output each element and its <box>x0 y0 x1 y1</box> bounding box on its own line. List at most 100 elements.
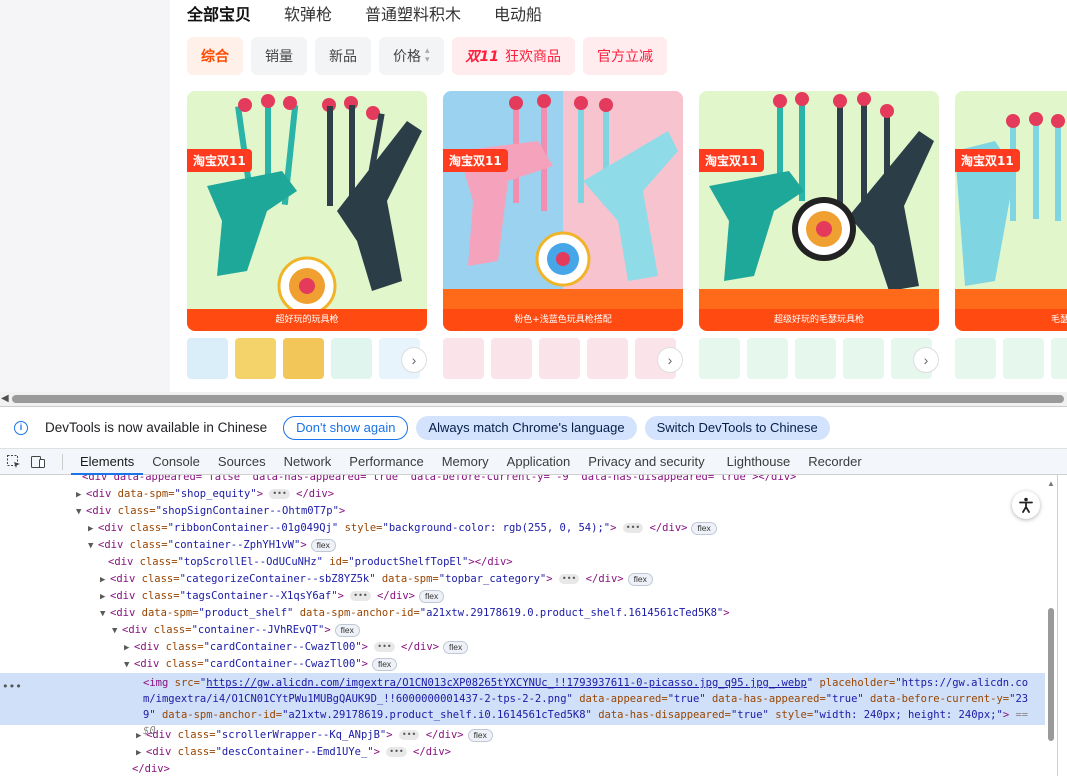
thumbnail[interactable] <box>187 338 228 379</box>
dom-node[interactable]: </div> <box>0 761 1045 776</box>
collapse-arrow-icon[interactable]: ▼ <box>76 504 86 521</box>
thumbnail[interactable] <box>539 338 580 379</box>
dom-node[interactable]: ▶ <div class="tagsContainer--X1qsY6af"> •… <box>0 588 1045 605</box>
tab-performance[interactable]: Performance <box>340 449 432 475</box>
img-src-link[interactable]: https://gw.alicdn.com/imgextra/O1CN013cX… <box>206 677 807 689</box>
dom-node[interactable]: ▶ <div class="ribbonContainer--01g049Qj" … <box>0 520 1045 537</box>
dom-node[interactable]: ▶ <div data-spm="shop_equity"> ••• </div> <box>0 486 1045 503</box>
tab-application[interactable]: Application <box>498 449 580 475</box>
sort-sales-button[interactable]: 销量 <box>251 37 307 75</box>
dom-node[interactable]: ▼ <div class="container--JVhREvQT"> flex <box>0 622 1045 639</box>
thumbnail[interactable] <box>843 338 884 379</box>
thumbnail[interactable] <box>443 338 484 379</box>
dom-node[interactable]: ▶ <div class="descContainer--Emd1UYe_"> •… <box>0 744 1045 761</box>
thumbnail-next-button[interactable]: › <box>401 347 427 373</box>
category-tab-all[interactable]: 全部宝贝 <box>187 5 251 25</box>
tab-lighthouse[interactable]: Lighthouse <box>718 449 800 475</box>
accessibility-icon[interactable] <box>1012 491 1040 519</box>
official-discount-button[interactable]: 官方立减 <box>583 37 668 75</box>
expand-arrow-icon[interactable]: ▶ <box>124 640 134 657</box>
dom-node[interactable]: <div class="topScrollEl--OdUCuNHz" id="p… <box>0 554 1045 571</box>
collapse-arrow-icon[interactable]: ▼ <box>112 623 122 640</box>
page-horizontal-scrollbar[interactable]: ◀ <box>0 392 1067 406</box>
product-image[interactable]: 淘宝双11 粉色+浅蓝色玩具枪搭配 <box>443 91 683 331</box>
always-match-language-button[interactable]: Always match Chrome's language <box>416 415 637 440</box>
scroll-up-arrow-icon[interactable]: ▲ <box>1047 479 1055 488</box>
elements-vertical-scrollbar[interactable]: ▲ <box>1045 475 1057 776</box>
dom-node[interactable]: ▶ <div class="cardContainer--CwazTl00"> •… <box>0 639 1045 656</box>
thumbnail[interactable] <box>491 338 532 379</box>
flex-badge[interactable]: flex <box>442 640 469 654</box>
expand-arrow-icon[interactable]: ▶ <box>136 745 146 762</box>
thumbnail[interactable] <box>699 338 740 379</box>
thumbnail-next-button[interactable]: › <box>657 347 683 373</box>
ellipsis-badge[interactable]: ••• <box>350 591 371 601</box>
expand-arrow-icon[interactable]: ▶ <box>76 487 86 504</box>
ellipsis-badge[interactable]: ••• <box>386 747 407 757</box>
device-toolbar-icon[interactable] <box>30 454 46 470</box>
flex-badge[interactable]: flex <box>627 572 653 586</box>
ellipsis-badge[interactable]: ••• <box>622 523 644 533</box>
flex-badge[interactable]: flex <box>418 589 445 603</box>
collapse-arrow-icon[interactable]: ▼ <box>88 538 98 555</box>
thumbnail[interactable] <box>283 338 324 379</box>
expand-arrow-icon[interactable]: ▶ <box>88 521 98 538</box>
ellipsis-badge[interactable]: ••• <box>374 642 395 652</box>
dom-node[interactable]: ▶ <div class="scrollerWrapper--Kq_ANpjB">… <box>0 727 1045 744</box>
dont-show-again-button[interactable]: Don't show again <box>283 415 409 440</box>
tab-console[interactable]: Console <box>143 449 209 475</box>
product-card[interactable]: 淘宝双11 超级好玩的毛瑟玩具枪 › <box>699 91 939 379</box>
dom-node[interactable]: ▼ <div class="cardContainer--CwazTl00"> fl… <box>0 656 1045 673</box>
product-card[interactable]: 淘宝双11 毛瑟 <box>955 91 1067 379</box>
dom-node[interactable]: ▶ <div class="categorizeContainer--sbZ8YZ… <box>0 571 1045 588</box>
switch-to-chinese-button[interactable]: Switch DevTools to Chinese <box>644 415 830 440</box>
collapse-arrow-icon[interactable]: ▼ <box>100 606 110 623</box>
collapse-arrow-icon[interactable]: ▼ <box>124 657 134 674</box>
scrollbar-thumb[interactable] <box>1048 608 1054 741</box>
ellipsis-badge[interactable]: ••• <box>558 574 580 584</box>
dom-node[interactable]: <div data-appeared="false" data-has-appe… <box>0 475 1045 486</box>
product-image[interactable]: 淘宝双11 毛瑟 <box>955 91 1067 331</box>
sort-comprehensive-button[interactable]: 综合 <box>187 37 243 75</box>
tab-network[interactable]: Network <box>275 449 341 475</box>
dom-node[interactable]: ▼ <div data-spm="product_shelf" data-spm-… <box>0 605 1045 622</box>
tab-privacy-security[interactable]: Privacy and security <box>579 449 713 475</box>
thumbnail[interactable] <box>1003 338 1044 379</box>
tab-elements[interactable]: Elements <box>71 449 144 475</box>
sort-new-button[interactable]: 新品 <box>315 37 371 75</box>
dom-node[interactable]: ▼ <div class="container--ZphYH1vW"> flex <box>0 537 1045 554</box>
product-image[interactable]: 淘宝双11 超好玩的玩具枪 <box>187 91 427 331</box>
ellipsis-badge[interactable]: ••• <box>398 730 420 740</box>
product-card[interactable]: 淘宝双11 超好玩的玩具枪 › <box>187 91 427 379</box>
dom-node[interactable]: ▼ <div class="shopSignContainer--Ohtm0T7p… <box>0 503 1045 520</box>
thumbnail-next-button[interactable]: › <box>913 347 939 373</box>
thumbnail[interactable] <box>587 338 628 379</box>
inspect-element-icon[interactable] <box>6 454 22 470</box>
thumbnail[interactable] <box>1051 338 1067 379</box>
flex-badge[interactable]: flex <box>310 538 336 552</box>
scroll-left-arrow-icon[interactable]: ◀ <box>1 393 9 404</box>
ellipsis-badge[interactable]: ••• <box>269 489 290 499</box>
expand-arrow-icon[interactable]: ▶ <box>136 728 146 745</box>
thumbnail[interactable] <box>955 338 996 379</box>
scrollbar-thumb[interactable] <box>12 395 1064 403</box>
flex-badge[interactable]: flex <box>334 623 360 637</box>
flex-badge[interactable]: flex <box>371 657 398 671</box>
flex-badge[interactable]: flex <box>467 728 493 742</box>
category-tab-blocks[interactable]: 普通塑料积木 <box>365 5 461 25</box>
festival-filter-button[interactable]: 双11 狂欢商品 <box>451 37 576 75</box>
expand-arrow-icon[interactable]: ▶ <box>100 589 110 606</box>
product-card[interactable]: 淘宝双11 粉色+浅蓝色玩具枪搭配 › <box>443 91 683 379</box>
sort-price-button[interactable]: 价格 ▴ ▾ <box>379 37 444 75</box>
thumbnail[interactable] <box>331 338 372 379</box>
tab-memory[interactable]: Memory <box>433 449 498 475</box>
tab-recorder[interactable]: Recorder <box>799 449 870 475</box>
thumbnail[interactable] <box>747 338 788 379</box>
flex-badge[interactable]: flex <box>691 521 717 535</box>
tab-sources[interactable]: Sources <box>209 449 275 475</box>
node-actions-icon[interactable]: ••• <box>2 680 22 693</box>
selected-dom-node[interactable]: <img src="https://gw.alicdn.com/imgextra… <box>0 673 1045 737</box>
category-tab-soft-gun[interactable]: 软弹枪 <box>284 5 332 25</box>
category-tab-electric-boat[interactable]: 电动船 <box>494 5 542 25</box>
thumbnail[interactable] <box>795 338 836 379</box>
